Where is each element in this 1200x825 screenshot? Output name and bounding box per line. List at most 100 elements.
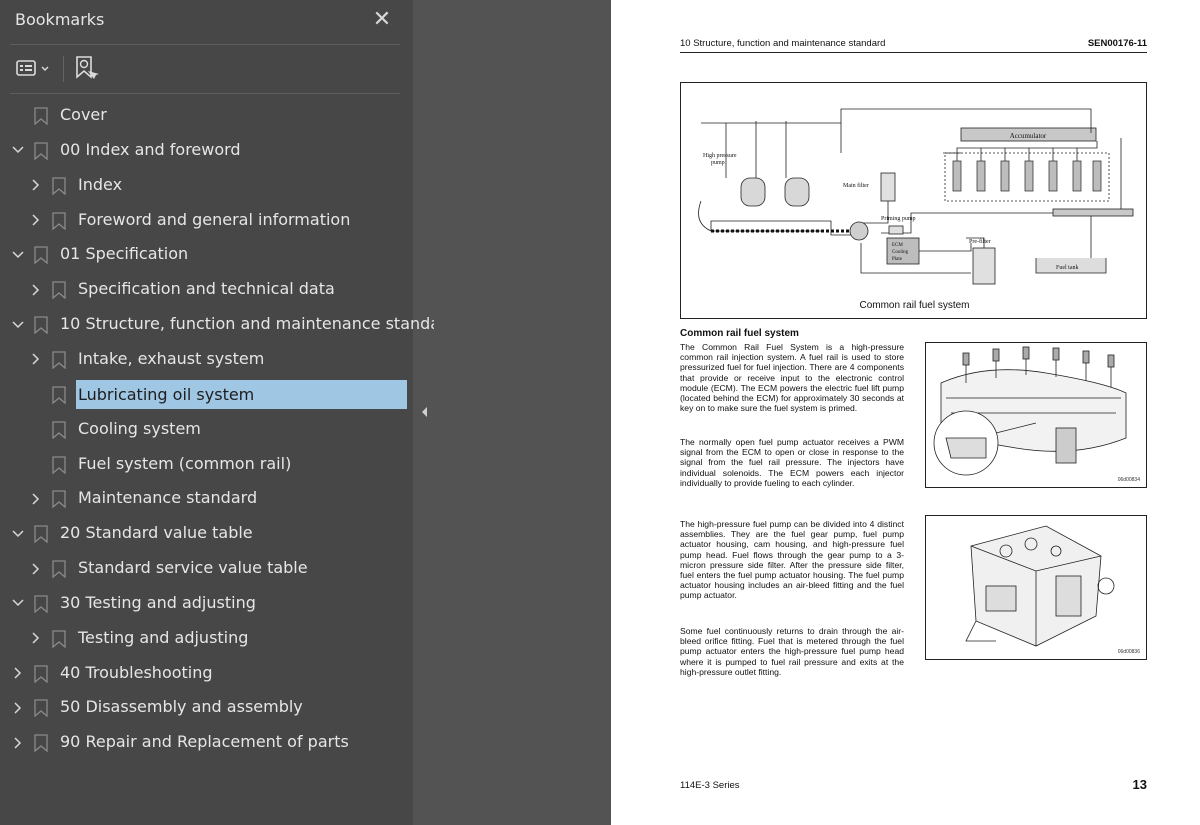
bookmark-item[interactable]: 20 Standard value table [0,516,413,551]
bookmark-item[interactable]: Foreword and general information [0,203,413,238]
bookmark-icon [34,525,48,544]
bookmarks-title: Bookmarks [15,10,105,29]
ecm-label-2: Cooling [892,250,909,255]
fuel-tank-label: Fuel tank [1056,265,1079,271]
bookmark-item[interactable]: Lubricating oil system [0,377,413,412]
chevron-right-icon[interactable] [28,168,44,203]
page-header-title: 10 Structure, function and maintenance s… [680,38,886,49]
bookmark-label: Testing and adjusting [78,627,249,647]
injector-group [952,160,1102,192]
bookmark-label: 40 Troubleshooting [60,662,213,682]
bookmark-item[interactable]: Cooling system [0,412,413,447]
document-viewer[interactable]: 10 Structure, function and maintenance s… [434,0,1200,825]
chevron-right-icon[interactable] [28,481,44,516]
section-title: Common rail fuel system [680,328,799,339]
toolbar-divider [10,93,400,94]
bookmark-label: Intake, exhaust system [78,348,265,368]
chevron-right-icon[interactable] [28,342,44,377]
bookmark-item[interactable]: Cover [0,98,413,133]
bookmark-icon [34,246,48,265]
bookmark-icon [52,560,66,579]
bookmark-icon [34,734,48,753]
collapse-panel-handle[interactable] [415,398,433,426]
bookmark-label: Specification and technical data [78,279,335,299]
engine-fuel-rail-illustration: 06d00834 [925,342,1147,488]
bookmark-item[interactable]: 90 Repair and Replacement of parts [0,725,413,760]
bookmark-icon [52,630,66,649]
fuel-system-diagram: Accumulator High pressure pump Main filt… [680,82,1147,319]
engine-drawing [933,346,1127,476]
bookmark-item[interactable]: Specification and technical data [0,272,413,307]
chevron-down-icon[interactable] [10,586,26,621]
chevron-right-icon[interactable] [10,725,26,760]
bookmark-label: Standard service value table [78,558,308,578]
page-number: 13 [1132,777,1147,792]
chevron-down-icon[interactable] [10,237,26,272]
toolbar-separator [63,56,64,82]
bookmark-label: 01 Specification [60,244,189,264]
bookmarks-header: Bookmarks ✕ [0,0,413,44]
chevron-right-icon[interactable] [28,203,44,238]
pump-drawing [965,525,1115,647]
bookmark-label: 00 Index and foreword [60,139,241,159]
photo-1-code: 06d00834 [1117,477,1140,483]
pdf-page: 10 Structure, function and maintenance s… [611,0,1200,825]
page-header-code: SEN00176-11 [1087,38,1147,49]
bookmark-options-button[interactable] [16,54,52,82]
bookmark-label: 20 Standard value table [60,523,253,543]
bookmark-item[interactable]: Intake, exhaust system [0,342,413,377]
bookmark-icon [52,281,66,300]
bookmark-item[interactable]: 01 Specification [0,237,413,272]
bookmark-item[interactable]: Fuel system (common rail) [0,447,413,482]
paragraph-3: The high-pressure fuel pump can be divid… [680,519,904,601]
bookmark-label: Foreword and general information [78,209,351,229]
high-pressure-pump-label-2: pump [711,160,725,166]
chevron-down-icon[interactable] [10,133,26,168]
main-filter-label: Main filter [843,182,869,189]
bookmark-item[interactable]: Index [0,168,413,203]
bookmark-icon [52,351,66,370]
bookmarks-panel: Bookmarks ✕ Cover 00 Index and foreword … [0,0,457,825]
bookmark-label: Fuel system (common rail) [78,453,292,473]
high-pressure-pump-label-1: High pressure [703,153,737,159]
bookmark-label: Cover [60,105,107,124]
ecm-label-3: Plate [892,257,903,262]
bookmark-icon [34,316,48,335]
bookmark-icon [52,420,66,440]
bookmark-item[interactable]: 00 Index and foreword [0,133,413,168]
header-rule [680,52,1147,53]
header-divider [10,44,400,45]
paragraph-2: The normally open fuel pump actuator rec… [680,437,904,488]
bookmark-item[interactable]: 10 Structure, function and maintenance s… [0,307,457,342]
fuel-system-schematic: Accumulator High pressure pump Main filt… [698,108,1134,285]
chevron-right-icon[interactable] [28,551,44,586]
paragraph-4: Some fuel continuously returns to drain … [680,626,904,677]
bookmark-icon [52,211,66,230]
chevron-right-icon[interactable] [10,690,26,725]
bookmark-item[interactable]: Maintenance standard [0,481,413,516]
diagram-caption: Common rail fuel system [859,300,970,311]
close-panel-button[interactable]: ✕ [370,7,394,32]
chevron-right-icon[interactable] [10,656,26,691]
priming-pump-label: Priming pump [881,216,916,222]
gear-pump [849,221,869,241]
bookmark-search-icon [76,56,99,79]
bookmark-item[interactable]: Testing and adjusting [0,621,413,656]
chevron-down-icon[interactable] [10,516,26,551]
bookmark-icon [34,107,48,126]
photo-2-code: 06d00836 [1117,649,1140,655]
bookmark-label: Lubricating oil system [76,379,407,409]
find-bookmark-button[interactable] [74,54,100,82]
bookmark-icon [34,595,48,614]
chevron-right-icon[interactable] [28,621,44,656]
chevron-right-icon[interactable] [28,272,44,307]
bookmark-item[interactable]: 30 Testing and adjusting [0,586,413,621]
bookmark-item[interactable]: 50 Disassembly and assembly [0,690,413,725]
bookmark-icon [34,142,48,161]
chevron-down-icon[interactable] [10,307,26,342]
bookmark-item[interactable]: 40 Troubleshooting [0,656,413,691]
bookmark-icon [52,490,66,509]
bookmark-label: 30 Testing and adjusting [60,592,256,612]
bookmarks-toolbar [0,46,413,92]
bookmark-item[interactable]: Standard service value table [0,551,413,586]
